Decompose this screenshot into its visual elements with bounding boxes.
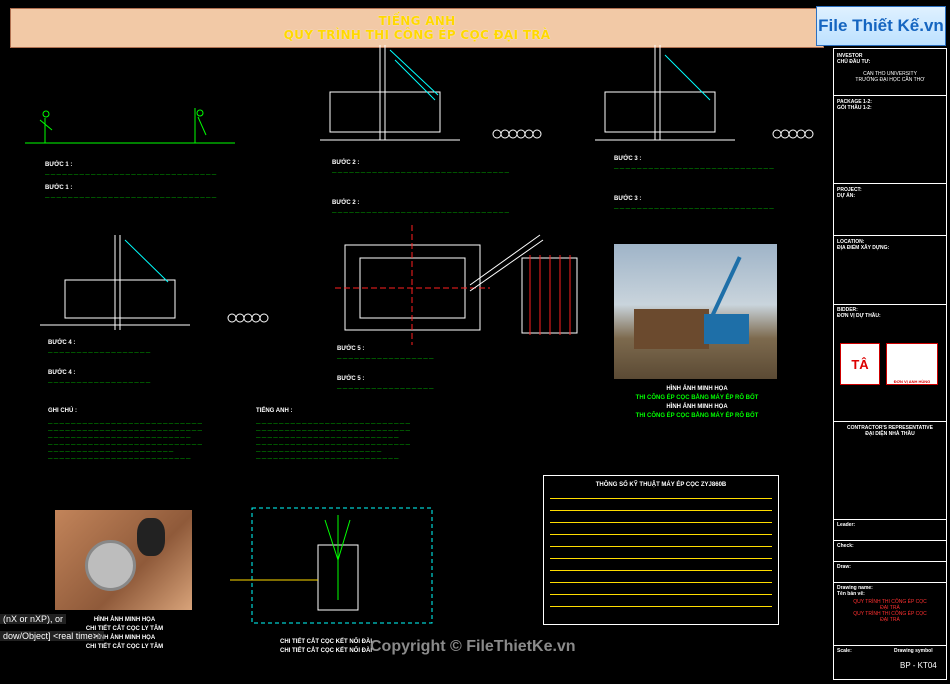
command-line-prompt[interactable]: dow/Object] <real time>: [0, 631, 104, 641]
step4-description: — — — — — — — — — — — — — — — — — — [48, 350, 151, 355]
step4-description-en: — — — — — — — — — — — — — — — — — — [48, 380, 151, 385]
step4-label-en: BƯỚC 4 : [48, 370, 76, 376]
company-logo: TÂ [840, 343, 880, 385]
step2-pile-driver [320, 45, 460, 141]
title-block-panel: INVESTOR CHỦ ĐẦU TƯ: CAN THO UNIVERSITY … [833, 48, 947, 680]
step3-pile-driver [595, 45, 735, 141]
drawing-symbol-label: Drawing symbol [894, 648, 933, 654]
step3-pile-stack [772, 129, 814, 139]
hero-unit-logo: ĐƠN VỊ ANH HÙNG [886, 343, 938, 385]
step2-label-en: BƯỚC 2 : [332, 200, 360, 206]
drawing-name-label: Drawing name: Tên bản vẽ: [837, 585, 873, 597]
step1-label: BƯỚC 1 : [45, 162, 73, 168]
step5-label: BƯỚC 5 : [337, 346, 365, 352]
pile-head-photo [85, 540, 136, 591]
caption-line: CHI TIẾT CẮT CỌC LY TÂM [85, 644, 164, 650]
crane-cab-photo [704, 314, 749, 344]
pile-cap-detail [230, 507, 433, 624]
step2-pile-stack [492, 129, 542, 139]
spec-table-title: THÔNG SỐ KỸ THUẬT MÁY ÉP CỌC ZYJ860B [595, 482, 727, 488]
pile-stack-photo [634, 309, 709, 349]
leader-label: Leader: [837, 522, 856, 528]
scale-label: Scale: [837, 648, 852, 654]
caption-line: HÌNH ẢNH MINH HỌA [666, 386, 728, 392]
step4-label: BƯỚC 4 : [48, 340, 76, 346]
package-label: PACKAGE 1-2: GÓI THẦU 1-2: [837, 99, 872, 111]
caption-line: HÌNH ẢNH MINH HỌA [93, 617, 156, 623]
step4-pile-driver [40, 235, 190, 330]
bidder-label: BIDDER: ĐƠN VỊ DỰ THẦU: [837, 307, 881, 319]
step5-description: — — — — — — — — — — — — — — — — — [337, 356, 434, 361]
caption-line: THI CÔNG ÉP CỌC BẰNG MÁY ÉP RÔ BỐT [635, 395, 759, 401]
investor-label: INVESTOR CHỦ ĐẦU TƯ: [837, 53, 871, 65]
step3-label-en: BƯỚC 3 : [614, 196, 642, 202]
notes-english-body: — — — — — — — — — — — — — — — — — — — — … [256, 421, 411, 461]
filethietke-logo: File Thiết Kế.vn [816, 6, 946, 46]
draw-label: Draw: [837, 564, 851, 570]
step4-pile-stack [227, 313, 269, 323]
check-label: Check: [837, 543, 854, 549]
contractor-label: CONTRACTOR'S REPRESENTATIVE ĐẠI DIỆN NHÀ… [847, 425, 933, 437]
step5-description-en: — — — — — — — — — — — — — — — — — [337, 386, 434, 391]
crane-photo-caption: HÌNH ẢNH MINH HỌA THI CÔNG ÉP CỌC BẰNG M… [612, 385, 782, 421]
step2-label: BƯỚC 2 : [332, 160, 360, 166]
crane-photo [614, 244, 777, 379]
step5-plan-view [335, 225, 544, 345]
logo-text: File Thiết Kế.vn [818, 16, 944, 35]
worker-photo [137, 518, 165, 556]
spec-table: THÔNG SỐ KỸ THUẬT MÁY ÉP CỌC ZYJ860B [543, 475, 779, 625]
caption-line: HÌNH ẢNH MINH HỌA [666, 404, 728, 410]
step5-label-en: BƯỚC 5 : [337, 376, 365, 382]
table-row [550, 606, 772, 619]
command-line-history[interactable]: (nX or nXP), or [0, 614, 67, 624]
step5-pile-racks [521, 255, 578, 335]
step1-description-en: — — — — — — — — — — — — — — — — — — — — … [45, 195, 217, 200]
step1-label-en: BƯỚC 1 : [45, 185, 73, 191]
step2-description: — — — — — — — — — — — — — — — — — — — — … [332, 170, 510, 175]
project-label: PROJECT: DỰ ÁN: [837, 187, 862, 199]
investor-value: CAN THO UNIVERSITY TRƯỜNG ĐẠI HỌC CẦN TH… [855, 71, 925, 83]
step3-description: — — — — — — — — — — — — — — — — — — — — … [614, 166, 774, 171]
crane-boom-photo [710, 256, 742, 317]
location-label: LOCATION: ĐỊA ĐIỂM XÂY DỰNG: [837, 239, 890, 251]
notes-english-heading: TIẾNG ANH : [256, 408, 293, 414]
pile-cutting-photo [55, 510, 192, 610]
step3-description-en: — — — — — — — — — — — — — — — — — — — — … [614, 206, 774, 211]
step1-description: — — — — — — — — — — — — — — — — — — — — … [45, 172, 217, 177]
notes-body: — — — — — — — — — — — — — — — — — — — — … [48, 421, 203, 461]
step2-description-en: — — — — — — — — — — — — — — — — — — — — … [332, 210, 510, 215]
drawing-name-value: QUY TRÌNH THI CÔNG ÉP CỌC ĐẠI TRÀ QUY TR… [853, 599, 927, 623]
caption-line: THI CÔNG ÉP CỌC BẰNG MÁY ÉP RÔ BỐT [635, 413, 759, 419]
step1-survey-sketch [25, 108, 235, 144]
drawing-symbol-value: BP - KT04 [900, 661, 937, 670]
step3-label: BƯỚC 3 : [614, 156, 642, 162]
copyright-watermark: Copyright © FileThietKe.vn [370, 638, 576, 655]
notes-heading: GHI CHÚ : [48, 408, 77, 414]
